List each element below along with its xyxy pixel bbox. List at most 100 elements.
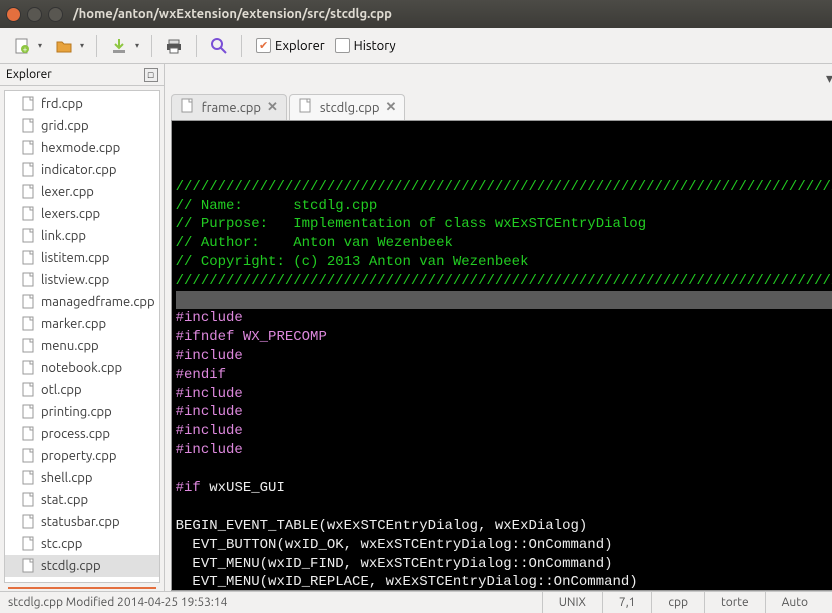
status-theme: torte bbox=[704, 592, 765, 613]
file-name: listitem.cpp bbox=[41, 251, 109, 265]
file-icon bbox=[21, 470, 37, 486]
file-name: shell.cpp bbox=[41, 471, 93, 485]
file-name: stat.cpp bbox=[41, 493, 88, 507]
titlebar: /home/anton/wxExtension/extension/src/st… bbox=[0, 0, 832, 28]
file-item[interactable]: shell.cpp bbox=[5, 467, 159, 489]
dropdown-icon[interactable]: ▾ bbox=[80, 41, 84, 50]
file-icon bbox=[21, 514, 37, 530]
file-list[interactable]: frd.cpp grid.cpp hexmode.cpp indicator.cpp l… bbox=[4, 90, 160, 583]
file-icon bbox=[21, 228, 37, 244]
file-name: statusbar.cpp bbox=[41, 515, 120, 529]
file-item[interactable]: link.cpp bbox=[5, 225, 159, 247]
file-item[interactable]: listitem.cpp bbox=[5, 247, 159, 269]
file-item[interactable]: lexers.cpp bbox=[5, 203, 159, 225]
window-controls bbox=[6, 7, 63, 22]
file-name: property.cpp bbox=[41, 449, 116, 463]
file-icon bbox=[21, 426, 37, 442]
file-name: indicator.cpp bbox=[41, 163, 116, 177]
file-item[interactable]: frd.cpp bbox=[5, 93, 159, 115]
tab-close-icon[interactable]: ✕ bbox=[267, 100, 278, 115]
file-item[interactable]: otl.cpp bbox=[5, 379, 159, 401]
tab[interactable]: stcdlg.cpp ✕ bbox=[289, 94, 406, 120]
status-mode: Auto bbox=[765, 592, 824, 613]
statusbar: stcdlg.cpp Modified 2014-04-25 19:53:14 … bbox=[0, 591, 832, 613]
open-file-button[interactable] bbox=[50, 32, 78, 60]
history-label: History bbox=[354, 39, 396, 53]
file-name: hexmode.cpp bbox=[41, 141, 120, 155]
file-name: listview.cpp bbox=[41, 273, 109, 287]
file-icon bbox=[21, 360, 37, 376]
explorer-checkbox[interactable]: ✔ Explorer bbox=[256, 38, 325, 53]
file-name: marker.cpp bbox=[41, 317, 106, 331]
tab[interactable]: frame.cpp ✕ bbox=[171, 94, 287, 120]
status-language: cpp bbox=[651, 592, 704, 613]
file-name: grid.cpp bbox=[41, 119, 89, 133]
file-item[interactable]: hexmode.cpp bbox=[5, 137, 159, 159]
file-icon bbox=[21, 184, 37, 200]
file-name: notebook.cpp bbox=[41, 361, 122, 375]
file-item[interactable]: stc.cpp bbox=[5, 533, 159, 555]
file-icon bbox=[21, 536, 37, 552]
code-editor[interactable]: ////////////////////////////////////////… bbox=[171, 120, 832, 591]
file-name: frd.cpp bbox=[41, 97, 83, 111]
tab-close-icon[interactable]: ✕ bbox=[386, 100, 397, 115]
search-button[interactable] bbox=[205, 32, 233, 60]
file-item[interactable]: lexer.cpp bbox=[5, 181, 159, 203]
file-name: menu.cpp bbox=[41, 339, 99, 353]
file-item[interactable]: printing.cpp bbox=[5, 401, 159, 423]
print-button[interactable] bbox=[160, 32, 188, 60]
file-item[interactable]: statusbar.cpp bbox=[5, 511, 159, 533]
file-name: lexers.cpp bbox=[41, 207, 100, 221]
file-icon bbox=[298, 98, 314, 117]
file-icon bbox=[21, 382, 37, 398]
file-icon bbox=[21, 162, 37, 178]
minimize-icon[interactable] bbox=[27, 7, 42, 22]
file-icon bbox=[21, 140, 37, 156]
file-item[interactable]: notebook.cpp bbox=[5, 357, 159, 379]
new-file-button[interactable]: + bbox=[8, 32, 36, 60]
file-item[interactable]: managedframe.cpp bbox=[5, 291, 159, 313]
file-item[interactable]: property.cpp bbox=[5, 445, 159, 467]
file-icon bbox=[21, 250, 37, 266]
file-item[interactable]: menu.cpp bbox=[5, 335, 159, 357]
file-icon bbox=[21, 118, 37, 134]
editor-dropdown-icon[interactable]: ▾ bbox=[826, 70, 832, 87]
explorer-header: Explorer □ bbox=[0, 64, 164, 86]
file-icon bbox=[21, 272, 37, 288]
file-item[interactable]: stat.cpp bbox=[5, 489, 159, 511]
dropdown-icon[interactable]: ▾ bbox=[135, 41, 139, 50]
window-title: /home/anton/wxExtension/extension/src/st… bbox=[73, 7, 392, 21]
file-name: otl.cpp bbox=[41, 383, 82, 397]
file-item[interactable]: grid.cpp bbox=[5, 115, 159, 137]
file-name: printing.cpp bbox=[41, 405, 112, 419]
tabs: frame.cpp ✕ stcdlg.cpp ✕ bbox=[165, 92, 832, 120]
history-checkbox[interactable]: History bbox=[335, 38, 396, 53]
file-icon bbox=[21, 404, 37, 420]
explorer-panel: Explorer □ frd.cpp grid.cpp hexmode.cpp ind… bbox=[0, 64, 165, 591]
tab-label: frame.cpp bbox=[202, 101, 261, 115]
file-icon bbox=[21, 492, 37, 508]
explorer-title: Explorer bbox=[6, 68, 52, 81]
file-item[interactable]: listview.cpp bbox=[5, 269, 159, 291]
main-area: Explorer □ frd.cpp grid.cpp hexmode.cpp ind… bbox=[0, 64, 832, 591]
file-name: process.cpp bbox=[41, 427, 110, 441]
file-icon bbox=[21, 338, 37, 354]
dropdown-icon[interactable]: ▾ bbox=[38, 41, 42, 50]
file-item[interactable]: marker.cpp bbox=[5, 313, 159, 335]
svg-text:+: + bbox=[23, 45, 28, 54]
explorer-label: Explorer bbox=[275, 39, 325, 53]
file-item[interactable]: indicator.cpp bbox=[5, 159, 159, 181]
file-item[interactable]: stcdlg.cpp bbox=[5, 555, 159, 577]
panel-maximize-icon[interactable]: □ bbox=[144, 68, 158, 82]
status-modified: stcdlg.cpp Modified 2014-04-25 19:53:14 bbox=[8, 592, 542, 613]
maximize-icon[interactable] bbox=[48, 7, 63, 22]
tab-label: stcdlg.cpp bbox=[320, 101, 380, 115]
file-item[interactable]: process.cpp bbox=[5, 423, 159, 445]
close-icon[interactable] bbox=[6, 7, 21, 22]
panel-underline bbox=[8, 587, 156, 589]
file-name: lexer.cpp bbox=[41, 185, 94, 199]
file-name: stcdlg.cpp bbox=[41, 559, 101, 573]
status-encoding: UNIX bbox=[542, 592, 602, 613]
save-button[interactable] bbox=[105, 32, 133, 60]
file-icon bbox=[21, 316, 37, 332]
